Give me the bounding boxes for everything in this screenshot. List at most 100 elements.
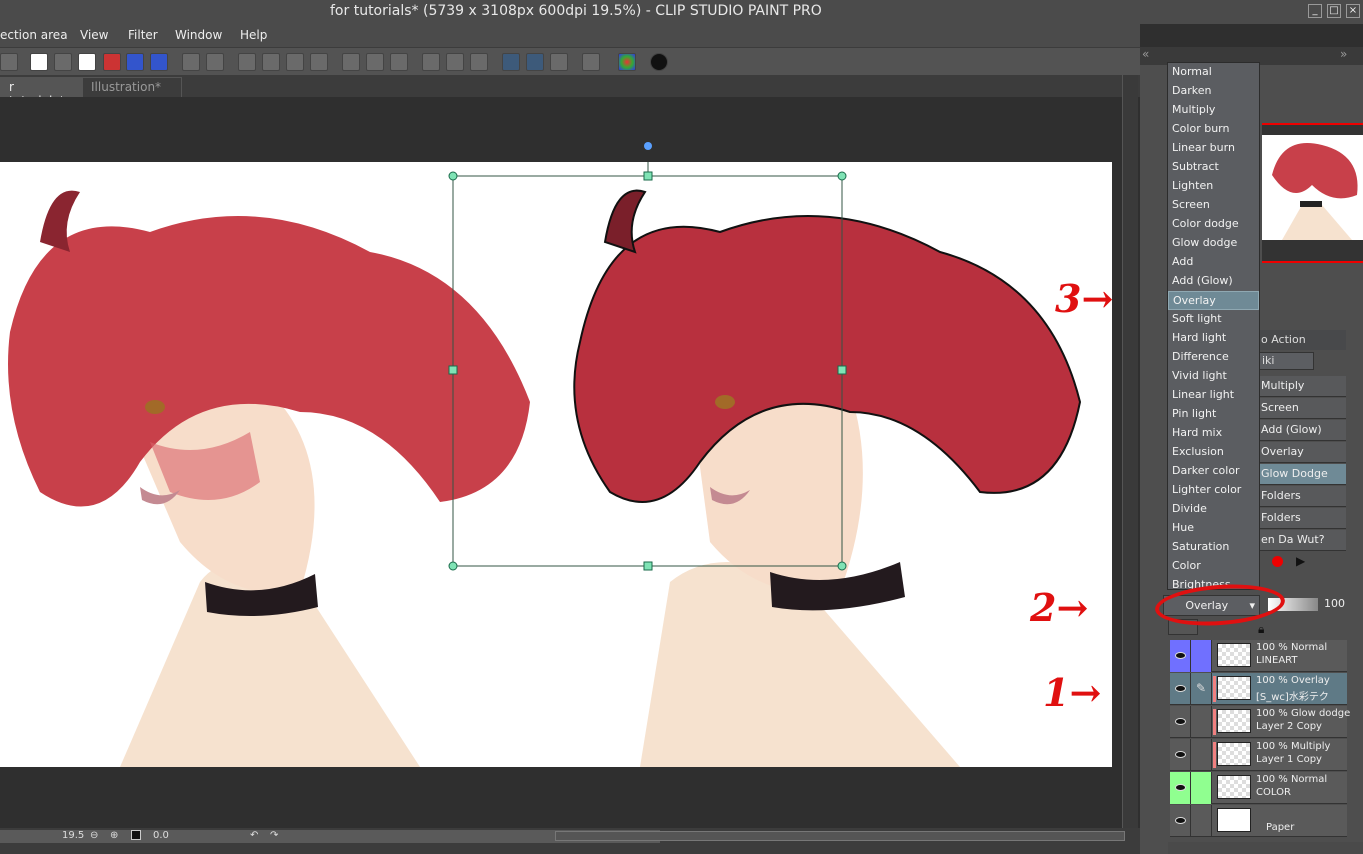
snap-grid-icon[interactable] xyxy=(470,53,488,71)
rotation-value[interactable]: 0.0 xyxy=(153,830,169,841)
layer-row[interactable]: 100 % Normal LINEART xyxy=(1170,640,1347,672)
action-item-selected[interactable]: Glow Dodge xyxy=(1258,464,1346,485)
clip-icon[interactable] xyxy=(550,53,568,71)
blend-mode-option[interactable]: Normal xyxy=(1168,63,1259,82)
layer-row[interactable]: 100 % Normal COLOR xyxy=(1170,772,1347,804)
selection-border-icon[interactable] xyxy=(390,53,408,71)
tab-for-tutorials[interactable]: r tutorials* xyxy=(0,77,82,108)
record-icon[interactable] xyxy=(1272,556,1283,567)
blend-mode-option[interactable]: Exclusion xyxy=(1168,443,1259,462)
blend-mode-option[interactable]: Vivid light xyxy=(1168,367,1259,386)
snap-ruler-icon[interactable] xyxy=(446,53,464,71)
color-icon[interactable] xyxy=(618,53,636,71)
blend-mode-option[interactable]: Color burn xyxy=(1168,120,1259,139)
app-icon[interactable] xyxy=(0,53,18,71)
deselect-icon[interactable] xyxy=(342,53,360,71)
zoom-value[interactable]: 19.5 xyxy=(62,830,84,841)
open-icon[interactable] xyxy=(54,53,72,71)
action-set-select[interactable]: iki xyxy=(1258,352,1314,370)
blend-mode-option[interactable]: Darken xyxy=(1168,82,1259,101)
vertical-scrollbar[interactable] xyxy=(1122,75,1138,830)
blend-mode-option[interactable]: Add (Glow) xyxy=(1168,272,1259,291)
rotate-handle[interactable] xyxy=(644,142,652,150)
action-item[interactable]: Folders xyxy=(1258,508,1346,529)
blend-mode-option[interactable]: Saturation xyxy=(1168,538,1259,557)
undo-icon[interactable] xyxy=(182,53,200,71)
blend-mode-option[interactable]: Lighten xyxy=(1168,177,1259,196)
blend-mode-option[interactable]: Add xyxy=(1168,253,1259,272)
opacity-value[interactable]: 100 xyxy=(1324,597,1345,610)
blend-mode-option[interactable]: Linear light xyxy=(1168,386,1259,405)
layer-row[interactable]: Paper xyxy=(1170,805,1347,837)
blend-mode-option[interactable]: Divide xyxy=(1168,500,1259,519)
visibility-toggle[interactable] xyxy=(1170,640,1191,672)
action-item[interactable]: Screen xyxy=(1258,398,1346,419)
visibility-toggle[interactable] xyxy=(1170,805,1191,837)
frame-icon[interactable] xyxy=(582,53,600,71)
visibility-toggle[interactable] xyxy=(1170,739,1191,771)
navigator-preview[interactable] xyxy=(1262,135,1363,240)
layer-row[interactable]: ✎ 100 % Overlay [S_wc]水彩テク xyxy=(1170,673,1347,705)
visibility-toggle[interactable] xyxy=(1170,706,1191,738)
clear-icon[interactable] xyxy=(238,53,256,71)
minimize-button[interactable]: _ xyxy=(1308,4,1322,18)
snap-icon[interactable] xyxy=(422,53,440,71)
blend-mode-option[interactable]: Glow dodge xyxy=(1168,234,1259,253)
layer-lock-toggle[interactable] xyxy=(1191,640,1212,672)
action-item[interactable]: Folders xyxy=(1258,486,1346,507)
action-item[interactable]: en Da Wut? xyxy=(1258,530,1346,551)
action-item[interactable]: Multiply xyxy=(1258,376,1346,397)
blend-mode-option[interactable]: Screen xyxy=(1168,196,1259,215)
blend-mode-option[interactable]: Linear burn xyxy=(1168,139,1259,158)
maximize-button[interactable]: □ xyxy=(1327,4,1341,18)
fill-icon[interactable] xyxy=(286,53,304,71)
visibility-toggle[interactable] xyxy=(1170,772,1191,804)
layer-row[interactable]: 100 % Glow dodge Layer 2 Copy xyxy=(1170,706,1350,738)
export-jpg-icon[interactable] xyxy=(126,53,144,71)
blend-mode-option[interactable]: Lighter color xyxy=(1168,481,1259,500)
zoom-in-icon[interactable]: ⊕ xyxy=(110,830,118,841)
new-icon[interactable] xyxy=(30,53,48,71)
perspective-ruler-icon[interactable] xyxy=(526,53,544,71)
export-icon[interactable] xyxy=(103,53,121,71)
collapse-right-icon[interactable]: » xyxy=(1340,47,1347,61)
zoom-out-icon[interactable]: ⊖ xyxy=(90,830,98,841)
selection-icon[interactable] xyxy=(310,53,328,71)
horizontal-scrollbar[interactable] xyxy=(555,831,1125,841)
blend-mode-option[interactable]: Pin light xyxy=(1168,405,1259,424)
menu-help[interactable]: Help xyxy=(240,28,267,42)
visibility-toggle[interactable] xyxy=(1170,673,1191,705)
menu-selection-area[interactable]: ection area xyxy=(0,28,68,42)
menu-filter[interactable]: Filter xyxy=(128,28,158,42)
action-item[interactable]: Add (Glow) xyxy=(1258,420,1346,441)
invert-selection-icon[interactable] xyxy=(366,53,384,71)
tab-illustration[interactable]: Illustration* xyxy=(82,77,182,97)
auto-action-tab[interactable]: o Action xyxy=(1258,330,1346,350)
layer-lock-toggle[interactable] xyxy=(1191,739,1212,771)
transform-icon[interactable] xyxy=(262,53,280,71)
play-icon[interactable]: ▶ xyxy=(1296,554,1305,568)
canvas-artwork[interactable] xyxy=(0,162,1112,767)
layer-lock-toggle[interactable] xyxy=(1191,706,1212,738)
layer-lock-toggle[interactable]: ✎ xyxy=(1191,673,1212,705)
lock-icon[interactable]: 🔒︎ xyxy=(1258,622,1264,637)
fit-icon[interactable] xyxy=(131,830,141,840)
blend-mode-option[interactable]: Soft light xyxy=(1168,310,1259,329)
collapse-left-icon[interactable]: « xyxy=(1142,47,1149,61)
blend-mode-option[interactable]: Color xyxy=(1168,557,1259,576)
blend-mode-option[interactable]: Darker color xyxy=(1168,462,1259,481)
redo-icon[interactable] xyxy=(206,53,224,71)
layer-lock-toggle[interactable] xyxy=(1191,805,1212,837)
action-item[interactable]: Overlay xyxy=(1258,442,1346,463)
export-png-icon[interactable] xyxy=(150,53,168,71)
layer-lock-toggle[interactable] xyxy=(1191,772,1212,804)
blend-mode-option[interactable]: Color dodge xyxy=(1168,215,1259,234)
blend-mode-option[interactable]: Hue xyxy=(1168,519,1259,538)
info-icon[interactable] xyxy=(650,53,668,71)
ruler-icon[interactable] xyxy=(502,53,520,71)
menu-window[interactable]: Window xyxy=(175,28,222,42)
blend-mode-option[interactable]: Difference xyxy=(1168,348,1259,367)
blend-mode-option[interactable]: Multiply xyxy=(1168,101,1259,120)
blend-mode-option[interactable]: Overlay xyxy=(1168,291,1259,310)
rotate-right-icon[interactable]: ↷ xyxy=(270,830,278,841)
